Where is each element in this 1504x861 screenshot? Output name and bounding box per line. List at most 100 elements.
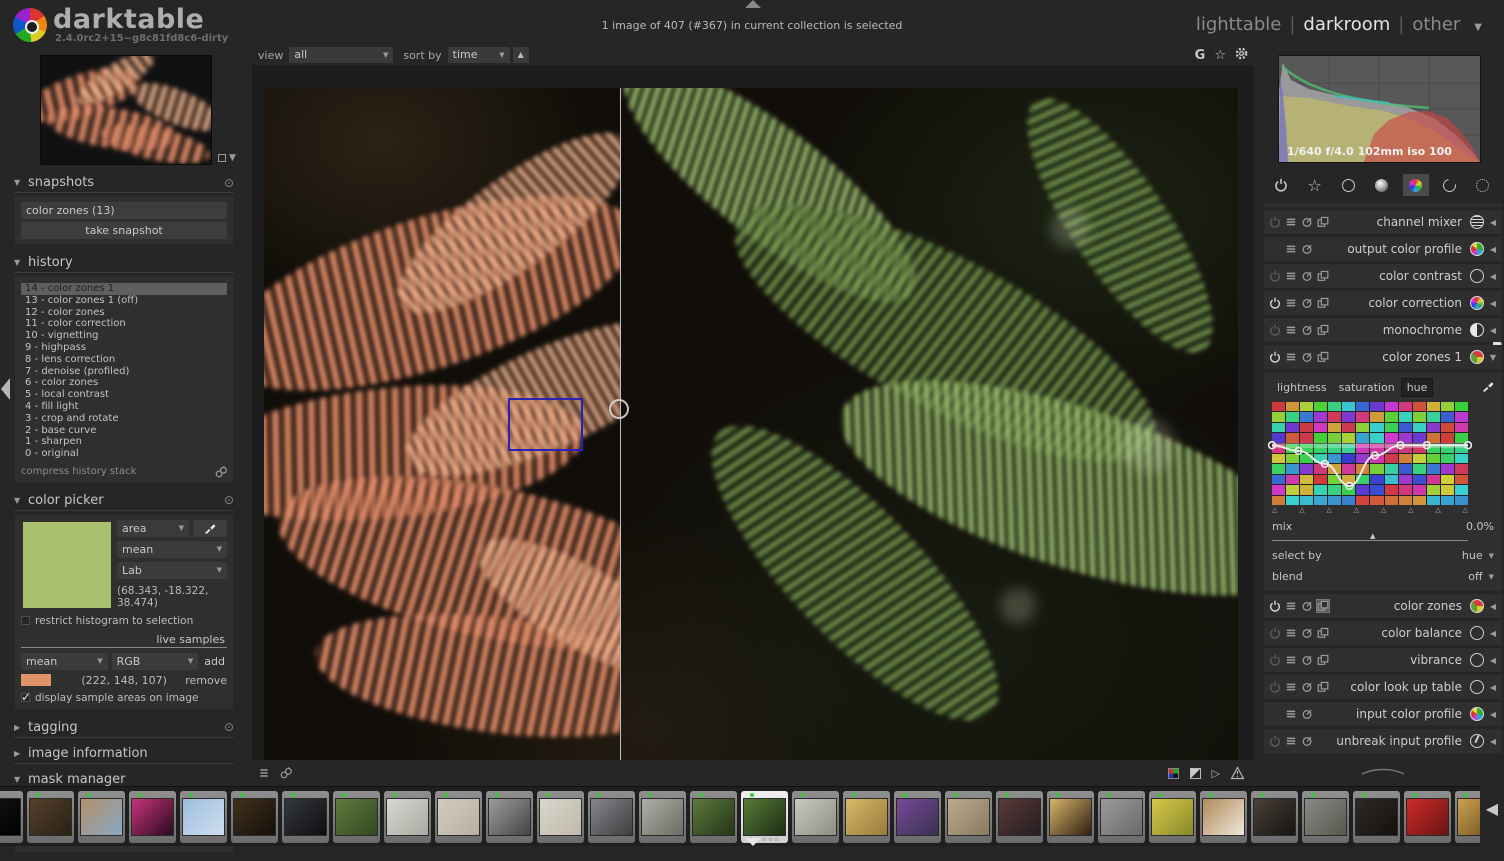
- module-expand-icon[interactable]: ◀: [1488, 326, 1498, 335]
- module-power-icon[interactable]: [1269, 324, 1281, 336]
- compress-history-button[interactable]: compress history stack: [21, 466, 215, 477]
- module-presets-icon[interactable]: [1285, 270, 1297, 282]
- module-instances-icon[interactable]: [1317, 324, 1329, 336]
- history-item[interactable]: 0 - original: [21, 448, 227, 460]
- histogram[interactable]: 1/640 f/4.0 102mm iso 100: [1278, 55, 1481, 163]
- group-effects-icon[interactable]: [1470, 174, 1496, 196]
- history-item[interactable]: 10 - vignetting: [21, 330, 227, 342]
- group-active-power-icon[interactable]: [1268, 174, 1294, 196]
- filmstrip-thumbnail[interactable]: [180, 791, 227, 843]
- raw-overexposed-icon[interactable]: [1168, 768, 1179, 779]
- module-presets-icon[interactable]: [1285, 297, 1297, 309]
- module-power-icon[interactable]: [1269, 270, 1281, 282]
- module-presets-icon[interactable]: [1285, 600, 1297, 612]
- colorzones-tab-hue[interactable]: hue: [1402, 379, 1433, 396]
- module-presets-icon[interactable]: [1285, 216, 1297, 228]
- history-item[interactable]: 13 - color zones 1 (off): [21, 295, 227, 307]
- snapshot-item[interactable]: color zones (13): [21, 202, 227, 219]
- module-reset-icon[interactable]: [1301, 681, 1313, 693]
- history-item[interactable]: 9 - highpass: [21, 342, 227, 354]
- overlays-icon[interactable]: ☆: [1214, 48, 1226, 63]
- mode-darkroom[interactable]: darkroom: [1303, 14, 1390, 35]
- module-instances-icon[interactable]: [1317, 600, 1329, 612]
- module-expand-icon[interactable]: ◀: [1488, 656, 1498, 665]
- module-presets-icon[interactable]: [1285, 243, 1297, 255]
- snapshots-header[interactable]: ▼ snapshots ⊙: [14, 173, 234, 193]
- picker-colorspace-dropdown[interactable]: Lab▼: [117, 562, 227, 579]
- filmstrip-thumbnail[interactable]: [996, 791, 1043, 843]
- overexposed-icon[interactable]: [1190, 768, 1201, 779]
- module-expand-icon[interactable]: ◀: [1488, 629, 1498, 638]
- filmstrip-thumbnail[interactable]: [639, 791, 686, 843]
- filmstrip-thumbnail[interactable]: [894, 791, 941, 843]
- remove-sample-button[interactable]: remove: [185, 674, 227, 687]
- history-item[interactable]: 2 - base curve: [21, 425, 227, 437]
- module-reset-icon[interactable]: [1301, 297, 1313, 309]
- history-item[interactable]: 1 - sharpen: [21, 436, 227, 448]
- tagging-presets-icon[interactable]: ⊙: [224, 720, 234, 734]
- module-power-icon[interactable]: [1269, 600, 1281, 612]
- module-instances-icon[interactable]: [1317, 351, 1329, 363]
- compress-history-icon[interactable]: [215, 466, 227, 478]
- module-power-icon[interactable]: [1269, 351, 1281, 363]
- module-row[interactable]: output color profile◀: [1264, 237, 1502, 261]
- filmstrip-thumbnail[interactable]: [78, 791, 125, 843]
- module-instances-icon[interactable]: [1317, 297, 1329, 309]
- module-row[interactable]: vibrance◀: [1264, 648, 1502, 672]
- module-expand-icon[interactable]: ◀: [1488, 710, 1498, 719]
- filmstrip-thumbnail[interactable]: [1404, 791, 1451, 843]
- filmstrip-thumbnail[interactable]: [333, 791, 380, 843]
- group-tone-icon[interactable]: [1369, 174, 1395, 196]
- module-reset-icon[interactable]: [1301, 216, 1313, 228]
- module-presets-icon[interactable]: [1285, 324, 1297, 336]
- module-expand-icon[interactable]: ◀: [1488, 683, 1498, 692]
- tagging-header[interactable]: ▶ tagging ⊙: [14, 718, 234, 738]
- filmstrip-thumbnail[interactable]: [1149, 791, 1196, 843]
- module-presets-icon[interactable]: [1285, 708, 1297, 720]
- module-power-icon[interactable]: [1269, 627, 1281, 639]
- mode-dropdown-icon[interactable]: ▼: [1474, 22, 1482, 33]
- mode-other[interactable]: other: [1412, 14, 1460, 35]
- history-item[interactable]: 11 - color correction: [21, 318, 227, 330]
- filmstrip-thumbnail[interactable]: ☆☆☆☆☆: [741, 791, 788, 843]
- color-picker-presets-icon[interactable]: ⊙: [224, 493, 234, 507]
- module-expand-icon[interactable]: ◀: [1488, 272, 1498, 281]
- history-item[interactable]: 7 - denoise (profiled): [21, 366, 227, 378]
- history-item[interactable]: 6 - color zones: [21, 377, 227, 389]
- grouping-icon[interactable]: G: [1195, 48, 1206, 63]
- module-presets-icon[interactable]: [1285, 654, 1297, 666]
- module-row[interactable]: color zones◀: [1264, 594, 1502, 618]
- module-expand-icon[interactable]: ◀: [1488, 602, 1498, 611]
- filmstrip-thumbnail[interactable]: [1353, 791, 1400, 843]
- module-presets-icon[interactable]: [1285, 681, 1297, 693]
- mix-slider[interactable]: ▲: [1272, 533, 1468, 541]
- module-presets-icon[interactable]: [1285, 351, 1297, 363]
- bottom-panel-collapse-icon[interactable]: [745, 838, 761, 846]
- module-instances-icon[interactable]: [1317, 216, 1329, 228]
- filmstrip-thumbnail[interactable]: [231, 791, 278, 843]
- module-instances-icon[interactable]: [1317, 270, 1329, 282]
- module-presets-icon[interactable]: [1285, 735, 1297, 747]
- filmstrip-thumbnail[interactable]: [537, 791, 584, 843]
- colorzones-curve-editor[interactable]: [1272, 402, 1468, 505]
- module-row[interactable]: color correction◀: [1264, 291, 1502, 315]
- module-reset-icon[interactable]: [1301, 270, 1313, 282]
- darkroom-image[interactable]: [264, 88, 1238, 760]
- module-row[interactable]: channel mixer◀: [1264, 210, 1502, 234]
- mode-lighttable[interactable]: lighttable: [1196, 14, 1281, 35]
- filmstrip-thumbnail[interactable]: [1200, 791, 1247, 843]
- history-header[interactable]: ▼ history: [14, 253, 234, 273]
- module-instances-icon[interactable]: [1317, 654, 1329, 666]
- thumbnail-zoom-controls[interactable]: ▼: [218, 153, 236, 163]
- group-correction-icon[interactable]: [1436, 174, 1462, 196]
- module-reset-icon[interactable]: [1301, 351, 1313, 363]
- history-item[interactable]: 8 - lens correction: [21, 354, 227, 366]
- module-row[interactable]: color zones 1▼: [1264, 345, 1502, 369]
- eyedropper-button[interactable]: [193, 520, 227, 537]
- module-instances-icon[interactable]: [1317, 627, 1329, 639]
- module-power-icon[interactable]: [1269, 681, 1281, 693]
- group-basic-icon[interactable]: [1335, 174, 1361, 196]
- presets-hamburger-icon[interactable]: [258, 767, 270, 779]
- module-row[interactable]: color contrast◀: [1264, 264, 1502, 288]
- restrict-histogram-checkbox[interactable]: [21, 616, 30, 625]
